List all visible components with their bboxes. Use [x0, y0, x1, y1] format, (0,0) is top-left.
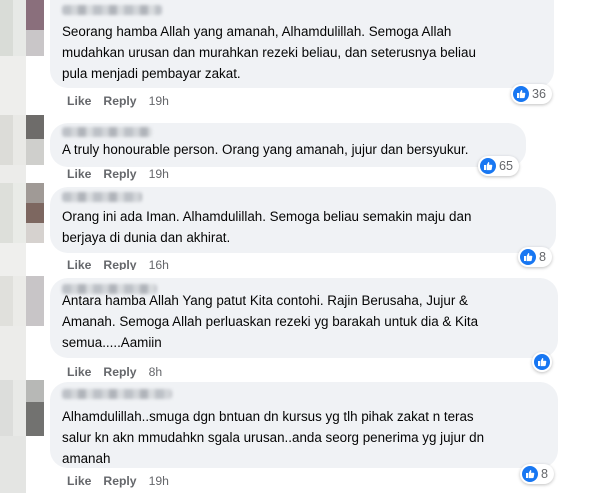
- avatar[interactable]: [0, 0, 44, 56]
- like-icon: [534, 354, 550, 370]
- timestamp[interactable]: 16h: [149, 258, 169, 270]
- reaction-count: 8: [541, 467, 549, 481]
- comment-actions: Like Reply 19h: [67, 474, 181, 488]
- like-icon: [513, 86, 529, 102]
- avatar[interactable]: [0, 276, 44, 326]
- reaction-badge[interactable]: 8: [520, 464, 555, 484]
- author-name[interactable]: [62, 127, 152, 137]
- timestamp[interactable]: 19h: [149, 167, 169, 181]
- reaction-count: 36: [532, 87, 547, 101]
- comment: Orang ini ada Iman. Alhamdulillah. Semog…: [50, 183, 600, 276]
- comment: A truly honourable person. Orang yang am…: [50, 115, 600, 183]
- comment-text: A truly honourable person. Orang yang am…: [62, 142, 469, 157]
- author-name[interactable]: [62, 192, 142, 202]
- reply-link[interactable]: Reply: [103, 167, 136, 181]
- reaction-badge[interactable]: [532, 352, 552, 372]
- avatar-column: [0, 0, 50, 493]
- comment-actions: Like Reply 19h: [67, 167, 181, 181]
- reaction-badge[interactable]: 65: [478, 156, 520, 176]
- comment-text: Orang ini ada Iman. Alhamdulillah. Semog…: [62, 209, 472, 245]
- timestamp[interactable]: 8h: [149, 365, 163, 379]
- like-icon: [520, 249, 536, 265]
- comment: Seorang hamba Allah yang amanah, Alhamdu…: [50, 0, 600, 115]
- comment-text: Alhamdulillah..smuga dgn bntuan dn kursu…: [62, 409, 485, 466]
- like-link[interactable]: Like: [67, 167, 91, 181]
- reply-link[interactable]: Reply: [103, 474, 136, 488]
- like-icon: [522, 466, 538, 482]
- comment: Alhamdulillah..smuga dgn bntuan dn kursu…: [50, 380, 600, 493]
- comment: Antara hamba Allah Yang patut Kita conto…: [50, 276, 600, 380]
- comment-text: Seorang hamba Allah yang amanah, Alhamdu…: [62, 24, 476, 81]
- reaction-count: 8: [539, 250, 547, 264]
- comment-actions: Like Reply 19h: [67, 94, 181, 108]
- comment-actions: Like Reply 16h: [67, 258, 181, 270]
- comment-actions: Like Reply 8h: [67, 365, 174, 379]
- author-name[interactable]: [62, 5, 162, 15]
- avatar[interactable]: [0, 183, 44, 243]
- reaction-count: 65: [499, 159, 514, 173]
- avatar[interactable]: [0, 115, 44, 165]
- reply-link[interactable]: Reply: [103, 258, 136, 270]
- avatar[interactable]: [0, 380, 44, 436]
- reaction-badge[interactable]: 36: [511, 84, 553, 104]
- timestamp[interactable]: 19h: [149, 94, 169, 108]
- like-icon: [480, 158, 496, 174]
- author-name[interactable]: [62, 389, 172, 399]
- timestamp[interactable]: 19h: [149, 474, 169, 488]
- like-link[interactable]: Like: [67, 365, 91, 379]
- reaction-badge[interactable]: 8: [518, 247, 553, 267]
- reply-link[interactable]: Reply: [103, 94, 136, 108]
- like-link[interactable]: Like: [67, 258, 91, 270]
- like-link[interactable]: Like: [67, 474, 91, 488]
- like-link[interactable]: Like: [67, 94, 91, 108]
- comment-text: Antara hamba Allah Yang patut Kita conto…: [62, 293, 479, 350]
- reply-link[interactable]: Reply: [103, 365, 136, 379]
